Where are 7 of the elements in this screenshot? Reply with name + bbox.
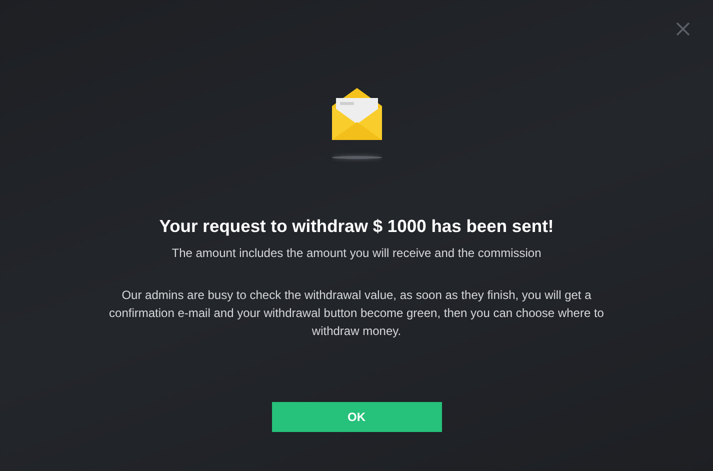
dialog-message: Our admins are busy to check the withdrawal value, as soon as they finish, you will get a confirmation e-mail and your withdrawal button become green, then you can choose where to withdraw money. bbox=[108, 287, 605, 340]
dialog-title: Your request to withdraw $ 1000 has been sent! bbox=[159, 216, 554, 237]
envelope-shadow bbox=[332, 156, 382, 159]
envelope-icon bbox=[330, 86, 384, 142]
close-icon[interactable] bbox=[676, 22, 690, 36]
dialog-subtitle: The amount includes the amount you will receive and the commission bbox=[172, 246, 542, 260]
ok-button[interactable]: OK bbox=[272, 402, 442, 432]
